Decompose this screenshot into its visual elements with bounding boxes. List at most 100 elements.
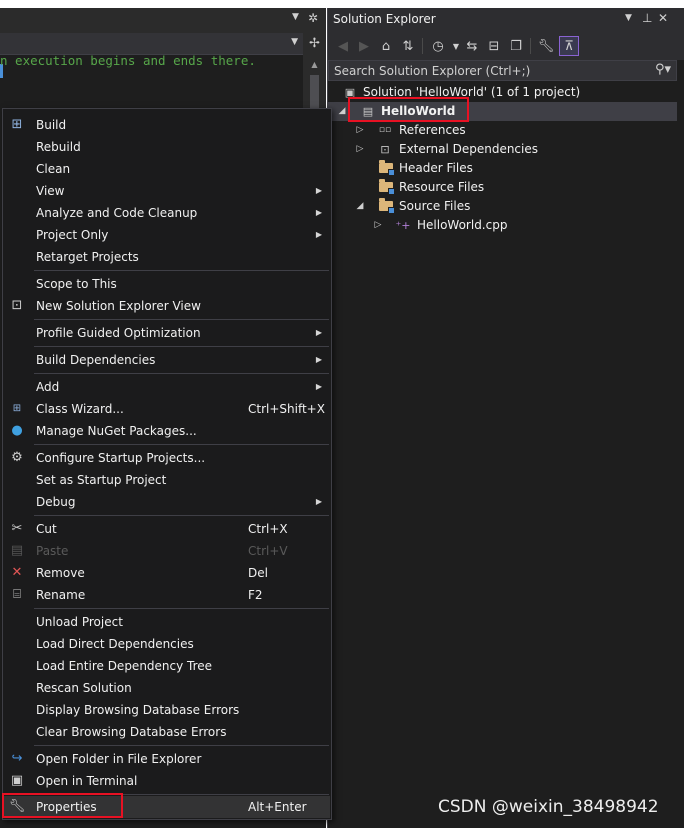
expanded-arrow-icon[interactable]: ◢ [337, 102, 347, 121]
member-dropdown[interactable]: ▼ [0, 33, 303, 55]
menu-separator [34, 270, 329, 271]
menu-item-open-terminal[interactable]: ▣ Open in Terminal [4, 770, 330, 792]
menu-separator [34, 608, 329, 609]
highlight-box-properties [2, 793, 123, 818]
chevron-down-icon[interactable]: ▼ [292, 12, 299, 22]
menu-item-open-folder[interactable]: ↪ Open Folder in File Explorer [4, 748, 330, 770]
tree-row-source-files[interactable]: ◢ Source Files [328, 197, 677, 216]
tree-row-resource-files[interactable]: Resource Files [328, 178, 677, 197]
new-view-icon: ⊡ [11, 298, 23, 313]
preview-selected-items-icon[interactable]: ⊼ [559, 36, 579, 56]
sync-active-document-icon[interactable]: ⇆ [462, 36, 482, 56]
menu-item-set-startup[interactable]: Set as Startup Project [4, 469, 330, 491]
tree-row-helloworld-cpp[interactable]: ▷ ⁺+ HelloWorld.cpp [328, 216, 677, 235]
menu-item-nuget[interactable]: ● Manage NuGet Packages... [4, 420, 330, 442]
search-box[interactable]: Search Solution Explorer (Ctrl+;) ⚲▾ [328, 60, 677, 81]
forward-icon[interactable]: ▶ [354, 36, 374, 56]
submenu-arrow-icon: ▶ [315, 497, 322, 506]
tree-row-references[interactable]: ▷ ▫▫ References [328, 121, 677, 140]
collapsed-arrow-icon[interactable]: ▷ [355, 121, 365, 140]
references-label: References [399, 123, 466, 137]
tree-row-header-files[interactable]: Header Files [328, 159, 677, 178]
submenu-arrow-icon: ▶ [315, 186, 322, 195]
window-menu-icon[interactable]: ▼ [625, 13, 632, 23]
menu-item-retarget[interactable]: Retarget Projects [4, 246, 330, 268]
submenu-arrow-icon: ▶ [315, 328, 322, 337]
menu-item-load-direct[interactable]: Load Direct Dependencies [4, 633, 330, 655]
menu-item-remove[interactable]: ✕ Remove Del [4, 562, 330, 584]
rename-icon: ⌸ [13, 587, 21, 602]
open-folder-icon: ↪ [11, 751, 23, 766]
folder-icon [378, 198, 395, 214]
folder-icon [378, 160, 395, 176]
menu-item-startup-projects[interactable]: ⚙ Configure Startup Projects... [4, 447, 330, 469]
source-files-label: Source Files [399, 199, 471, 213]
pending-changes-filter-icon[interactable]: ◷ [428, 36, 448, 56]
menu-separator [34, 745, 329, 746]
gear-icon[interactable]: ✲ [308, 11, 318, 25]
menu-item-add[interactable]: Add ▶ [4, 376, 330, 398]
scissors-icon: ✂ [11, 521, 23, 536]
submenu-arrow-icon: ▶ [315, 230, 322, 239]
panel-title: Solution Explorer [333, 12, 436, 26]
collapse-all-icon[interactable]: ⊟ [484, 36, 504, 56]
show-all-files-icon[interactable]: ❐ [506, 36, 526, 56]
menu-item-cut[interactable]: ✂ Cut Ctrl+X [4, 518, 330, 540]
wrench-icon[interactable]: 🔧︎ [536, 36, 556, 56]
menu-item-pgo[interactable]: Profile Guided Optimization ▶ [4, 322, 330, 344]
code-comment-line: n execution begins and ends there. [0, 53, 256, 68]
menu-item-new-se-view[interactable]: ⊡ New Solution Explorer View [4, 295, 330, 317]
collapsed-arrow-icon[interactable]: ▷ [373, 216, 383, 235]
menu-item-debug[interactable]: Debug ▶ [4, 491, 330, 513]
collapsed-arrow-icon[interactable]: ▷ [355, 140, 365, 159]
menu-item-rescan[interactable]: Rescan Solution [4, 677, 330, 699]
chevron-down-icon[interactable]: ▼ [291, 37, 298, 47]
scroll-up-icon[interactable]: ▲ [303, 60, 326, 69]
home-icon[interactable]: ⌂ [376, 36, 396, 56]
menu-item-rename[interactable]: ⌸ Rename F2 [4, 584, 330, 606]
menu-separator [34, 319, 329, 320]
menu-item-clear-errors[interactable]: Clear Browsing Database Errors [4, 721, 330, 743]
close-icon[interactable]: ✕ [658, 11, 668, 25]
menu-item-scope[interactable]: Scope to This [4, 273, 330, 295]
search-icon[interactable]: ⚲▾ [655, 62, 671, 77]
terminal-icon: ▣ [10, 773, 24, 788]
remove-x-icon: ✕ [11, 565, 23, 580]
external-dependencies-label: External Dependencies [399, 142, 539, 156]
build-icon: ⊞ [11, 117, 23, 132]
menu-item-build[interactable]: ⊞ Build [4, 114, 330, 136]
menu-separator [34, 515, 329, 516]
menu-item-unload[interactable]: Unload Project [4, 611, 330, 633]
menu-separator [34, 346, 329, 347]
expanded-arrow-icon[interactable]: ◢ [355, 197, 365, 216]
highlight-box-project [348, 97, 469, 122]
menu-item-load-tree[interactable]: Load Entire Dependency Tree [4, 655, 330, 677]
external-dependencies-icon: ⊡ [380, 143, 390, 156]
menu-item-view[interactable]: View ▶ [4, 180, 330, 202]
switch-views-icon[interactable]: ⇅ [398, 36, 418, 56]
menu-item-build-deps[interactable]: Build Dependencies ▶ [4, 349, 330, 371]
menu-separator [34, 373, 329, 374]
folder-icon [378, 179, 395, 195]
tree-row-external-dependencies[interactable]: ▷ ⊡ External Dependencies [328, 140, 677, 159]
split-icon[interactable]: ✢ [303, 33, 326, 55]
solution-explorer-panel: Solution Explorer ▼ ⊥ ✕ ◀ ▶ ⌂ ⇅ ◷ ▼ ⇆ ⊟ … [327, 8, 684, 828]
menu-item-display-errors[interactable]: Display Browsing Database Errors [4, 699, 330, 721]
resource-files-label: Resource Files [399, 180, 485, 194]
menu-item-paste[interactable]: ▤ Paste Ctrl+V [4, 540, 330, 562]
menu-item-analyze[interactable]: Analyze and Code Cleanup ▶ [4, 202, 330, 224]
project-context-menu: ⊞ Build Rebuild Clean View ▶ Analyze and… [2, 108, 332, 820]
menu-item-rebuild[interactable]: Rebuild [4, 136, 330, 158]
header-files-label: Header Files [399, 161, 473, 175]
submenu-arrow-icon: ▶ [315, 355, 322, 364]
menu-item-clean[interactable]: Clean [4, 158, 330, 180]
gear-icon: ⚙ [11, 450, 23, 465]
cpp-file-icon: ⁺+ [395, 219, 411, 232]
vertical-scrollbar[interactable]: ▲ [303, 55, 326, 115]
solution-explorer-titlebar: Solution Explorer ▼ ⊥ ✕ [328, 8, 684, 30]
menu-item-class-wizard[interactable]: ⊞ Class Wizard... Ctrl+Shift+X [4, 398, 330, 420]
back-icon[interactable]: ◀ [333, 36, 353, 56]
pin-icon[interactable]: ⊥ [642, 11, 652, 25]
menu-item-project-only[interactable]: Project Only ▶ [4, 224, 330, 246]
solution-explorer-toolbar: ◀ ▶ ⌂ ⇅ ◷ ▼ ⇆ ⊟ ❐ 🔧︎ ⊼ [328, 30, 684, 60]
